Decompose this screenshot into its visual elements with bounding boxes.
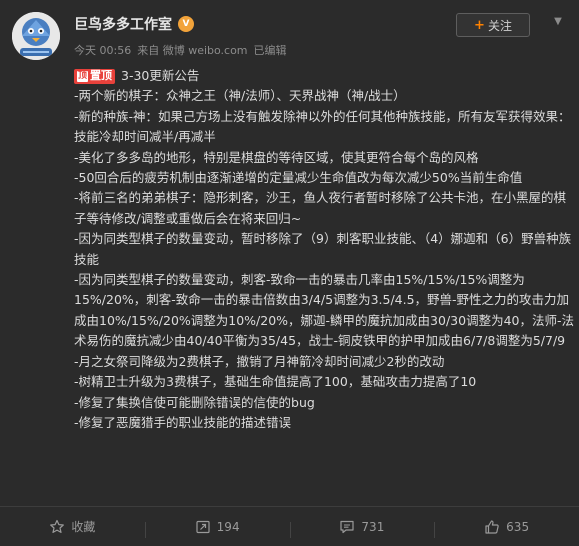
pinned-label: 置顶	[90, 69, 112, 82]
favorite-button[interactable]: 收藏	[0, 518, 145, 535]
repost-count: 194	[216, 519, 240, 534]
post-line: -树精卫士升级为3费棋子，基础生命值提高了100，基础攻击力提高了10	[74, 374, 477, 390]
comment-icon	[340, 520, 355, 533]
comment-count: 731	[361, 519, 385, 534]
post-line: -修复了集换信使可能删除错误的信使的bug	[74, 394, 315, 410]
follow-button[interactable]: + 关注	[456, 13, 530, 37]
weibo-post-card: 巨鸟多多工作室 V 今天 00:56 来自 微博 weibo.com 已编辑 +…	[0, 0, 579, 546]
avatar-image	[12, 12, 60, 60]
favorite-label: 收藏	[71, 520, 96, 534]
post-line: -将前三名的弟弟棋子：隐形刺客，沙王，鱼人夜行者暂时移除了公共卡池，在小黑屋的棋…	[74, 190, 567, 226]
post-line: -月之女祭司降级为2费棋子，撤销了月神箭冷却时间减少2秒的改动	[74, 353, 445, 369]
pin-icon: 顶	[77, 70, 88, 82]
post-line: -修复了恶魔猎手的职业技能的描述错误	[74, 414, 292, 430]
post-line: 3-30更新公告	[121, 68, 200, 83]
post-meta: 今天 00:56 来自 微博 weibo.com 已编辑	[74, 42, 287, 58]
repost-button[interactable]: 194	[144, 519, 290, 538]
post-time[interactable]: 今天 00:56	[74, 42, 131, 58]
post-content: 顶 置顶 3-30更新公告 -两个新的棋子：众神之王（神/法师）、天界战神（神/…	[74, 66, 574, 433]
post-line: -美化了多多岛的地形，特别是棋盘的等待区域，使其更符合每个岛的风格	[74, 149, 479, 165]
action-bar: 收藏 194 731 635	[0, 506, 579, 546]
repost-icon	[196, 520, 210, 533]
post-line: -50回合后的疲劳机制由逐渐递增的定量减少生命值改为每次减少50%当前生命值	[74, 170, 523, 186]
like-button[interactable]: 635	[434, 519, 579, 538]
post-first-line: 顶 置顶 3-30更新公告	[74, 66, 574, 86]
pinned-badge: 顶 置顶	[74, 68, 115, 84]
author-name-row: 巨鸟多多工作室 V	[74, 14, 194, 34]
chevron-down-icon[interactable]: ▼	[552, 16, 564, 28]
thumbs-up-icon	[485, 519, 499, 534]
plus-icon: +	[474, 17, 485, 33]
post-line: -因为同类型棋子的数量变动，刺客-致命一击的暴击几率由15%/15%/15%调整…	[74, 272, 575, 349]
post-line: -两个新的棋子：众神之王（神/法师）、天界战神（神/战士）	[74, 88, 406, 104]
post-line: -新的种族-神：如果己方场上没有触发除神以外的任何其他种族技能，所有友军获得效果…	[74, 108, 571, 145]
comment-button[interactable]: 731	[289, 519, 435, 538]
author-name[interactable]: 巨鸟多多工作室	[74, 14, 172, 34]
post-line: -因为同类型棋子的数量变动，暂时移除了（9）刺客职业技能、（4）娜迦和（6）野兽…	[74, 231, 572, 267]
author-avatar[interactable]	[12, 12, 60, 60]
verified-vip-icon[interactable]: V	[178, 16, 194, 32]
star-icon	[50, 519, 65, 533]
follow-label: 关注	[487, 18, 512, 33]
like-count: 635	[506, 519, 530, 534]
post-edited[interactable]: 已编辑	[254, 42, 287, 58]
post-source[interactable]: 来自 微博 weibo.com	[137, 42, 247, 58]
